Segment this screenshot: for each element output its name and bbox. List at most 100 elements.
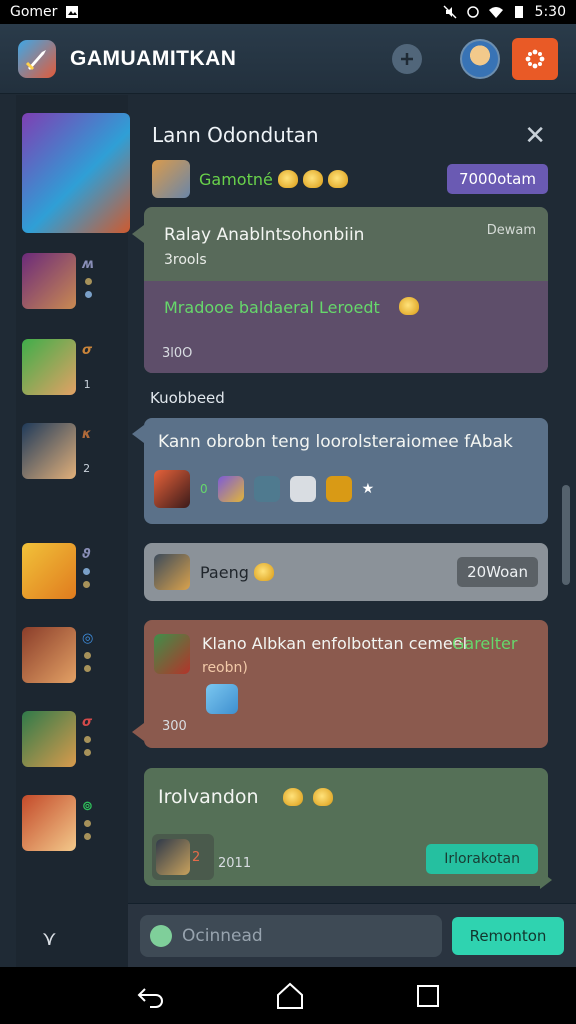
contact-meta: κ2 [82, 427, 91, 475]
contact-meta: σ1 [82, 343, 92, 391]
message-number: 300 [162, 719, 187, 734]
contact-meta: ⊚ [82, 799, 93, 840]
message-title: Klano Albkan enfolbottan cemeel [202, 634, 468, 653]
contact-avatar [22, 113, 130, 233]
item-icon [154, 634, 190, 674]
scrollbar[interactable] [562, 485, 570, 585]
rank-icon: ◎ [82, 631, 94, 646]
message-number: 3l0O [162, 346, 193, 361]
app-bar: GAMUAMITKAN [0, 24, 576, 94]
message-bubble[interactable]: Kann obrobn teng loorolsteraiomee fAbak … [144, 418, 548, 524]
coin-icon [399, 297, 419, 315]
dice-icon [289, 476, 316, 502]
bubble-tail [132, 723, 144, 741]
status-dot [82, 568, 90, 575]
contact-item[interactable]: κ2 [22, 423, 91, 479]
message-title: Ralay Anablntsohonbiin [164, 225, 365, 245]
home-icon[interactable] [276, 982, 304, 1010]
message-bubble[interactable]: Klano Albkan enfolbottan cemeel Garelter… [144, 620, 548, 748]
carrier-label: Gomer [10, 4, 58, 20]
item-icon [154, 470, 190, 508]
rank-icon: ʍ [82, 257, 95, 272]
contact-item[interactable]: ϑ [22, 543, 91, 599]
user-avatar [154, 554, 190, 590]
contact-count: 1 [83, 378, 91, 391]
contact-item[interactable]: ⊚ [22, 795, 93, 851]
recents-icon[interactable] [416, 984, 440, 1008]
status-dot [83, 736, 91, 743]
app-screen: Gomer 5:30 GAMUAMITKAN ʍ σ 1 κ 2 ϑ ◎ σ ⊚… [0, 0, 576, 1024]
battery-icon [514, 6, 523, 18]
coin-icon [327, 170, 348, 188]
chat-panel: Lann Odondutan ✕ Gamotné 7000otam Ralay … [128, 95, 576, 903]
system-nav-bar [0, 967, 576, 1024]
clock: 5:30 [534, 4, 566, 20]
message-tag: Dewam [486, 223, 536, 238]
contact-avatar [22, 795, 76, 851]
close-icon[interactable]: ✕ [524, 121, 546, 151]
user-avatar [152, 160, 190, 198]
message-bubble[interactable]: Ralay Anablntsohonbiin Dewam 3rools Mrad… [144, 207, 548, 373]
contact-item[interactable]: ʍ [22, 253, 94, 309]
reply-chip[interactable]: 2 [152, 834, 214, 880]
message-number: 2011 [218, 856, 252, 871]
emoji-icon[interactable] [150, 924, 172, 947]
status-bar: Gomer 5:30 [0, 0, 576, 24]
chat-subheader: Gamotné 7000otam [152, 159, 548, 199]
message-input[interactable]: Ocinnead [140, 914, 442, 957]
profile-avatar[interactable] [460, 38, 500, 79]
contact-avatar [22, 423, 76, 479]
contact-item[interactable]: σ1 [22, 339, 92, 395]
message-title: Irolvandon [158, 786, 259, 808]
contact-avatar [22, 543, 76, 599]
plus-icon [401, 52, 413, 65]
section-label: Kuobbeed [150, 389, 225, 407]
rank-icon: σ [82, 343, 93, 358]
status-dot [84, 278, 92, 285]
bubble-tail [132, 225, 144, 243]
message-sub: 3rools [164, 252, 207, 268]
message-bubble[interactable]: Irolvandon 2 2011 Irlorakotan [144, 768, 548, 886]
item-icons: 0 ★ [154, 470, 374, 508]
contacts-sidebar: ʍ σ1 κ2 ϑ ◎ σ ⊚ ⋎ [16, 95, 130, 970]
collapse-icon[interactable]: ⋎ [42, 926, 57, 950]
message-highlight: Mradooe baldaeral Leroedt [164, 298, 380, 317]
sword-icon [217, 476, 244, 502]
contact-avatar [22, 627, 76, 683]
wifi-icon [488, 7, 503, 18]
message-input-bar: Ocinnead Remonton [128, 903, 576, 967]
data-icon [466, 6, 479, 18]
contact-meta: ◎ [82, 631, 93, 672]
menu-button[interactable] [512, 37, 558, 80]
coin-icon [277, 170, 298, 188]
back-icon[interactable] [136, 984, 164, 1008]
star-icon: ★ [361, 481, 375, 497]
message-highlight: Garelter [452, 634, 518, 653]
contact-item[interactable] [22, 113, 130, 233]
contact-count: 2 [83, 462, 91, 475]
coin-icon [302, 170, 323, 188]
rank-icon: σ [82, 715, 93, 730]
score-pill[interactable]: 20Woan [457, 557, 538, 587]
message-bubble[interactable]: Paeng 20Woan [144, 543, 548, 601]
crystal-icon [206, 684, 238, 714]
contact-avatar [22, 253, 76, 309]
action-button[interactable]: Irlorakotan [426, 844, 538, 874]
status-dot [83, 833, 91, 840]
contact-avatar [22, 339, 76, 395]
user-avatar [156, 839, 190, 875]
status-dot [82, 581, 90, 588]
contact-meta: ϑ [82, 547, 91, 588]
score-pill[interactable]: 7000otam [446, 164, 548, 194]
contact-item[interactable]: σ [22, 711, 92, 767]
coin-icon [313, 788, 333, 806]
send-button[interactable]: Remonton [452, 916, 564, 955]
contact-item[interactable]: ◎ [22, 627, 93, 683]
gem-icon [253, 476, 280, 502]
trophy-icon [325, 476, 352, 502]
bubble-tail [540, 871, 552, 889]
add-button[interactable] [392, 43, 422, 74]
rank-icon: κ [82, 427, 92, 442]
mute-icon [443, 5, 457, 19]
status-dot [84, 652, 92, 659]
